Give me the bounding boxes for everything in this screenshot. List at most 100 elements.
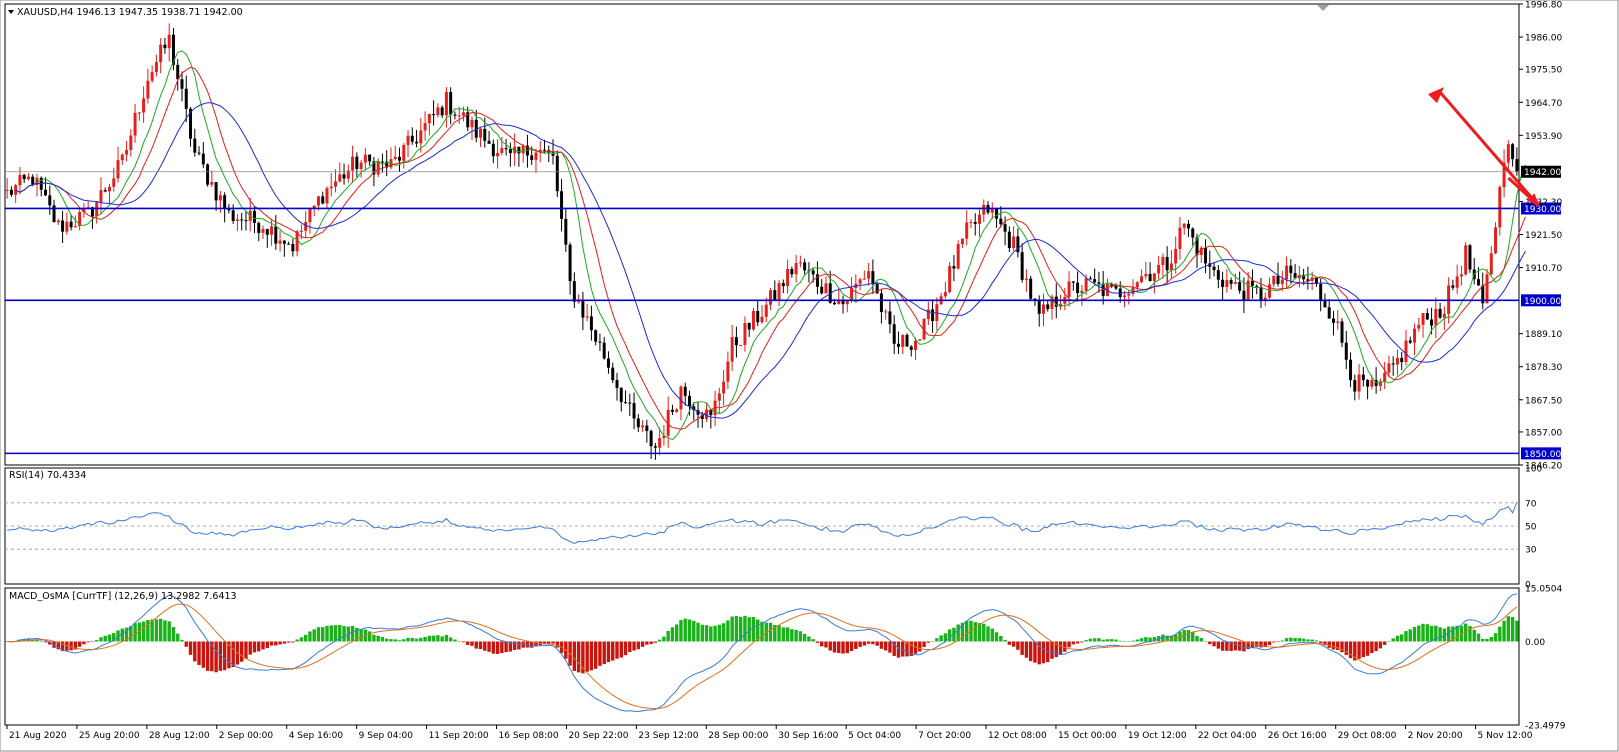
macd-bar: [1301, 638, 1306, 642]
candle-body: [368, 154, 372, 162]
candle-body: [193, 138, 197, 153]
macd-bar: [1297, 638, 1302, 642]
candle-body: [304, 222, 308, 231]
macd-bar: [163, 620, 167, 642]
candle-body: [291, 243, 295, 252]
macd-bar: [295, 639, 299, 642]
macd-bar: [1122, 641, 1127, 642]
macd-bar: [1041, 641, 1046, 664]
candle-body: [568, 244, 572, 282]
candle-body: [1157, 264, 1161, 274]
candle-body: [803, 262, 807, 271]
candle-body: [1468, 245, 1472, 270]
macd-bar: [593, 641, 598, 669]
candle-body: [1067, 281, 1071, 298]
macd-bar: [1387, 641, 1391, 642]
candle-body: [756, 311, 760, 323]
candle-body: [197, 152, 201, 154]
candle-body: [1148, 273, 1152, 282]
macd-bar: [402, 639, 406, 642]
macd-bar: [1127, 641, 1131, 642]
macd-bar: [1306, 639, 1310, 642]
candle-body: [107, 186, 111, 192]
candle-body: [112, 178, 116, 187]
candle: [1464, 241, 1468, 276]
macd-bar: [1071, 641, 1076, 645]
candle-body: [393, 156, 397, 160]
candle-body: [227, 209, 231, 211]
macd-bar: [1007, 641, 1012, 645]
candle-body: [487, 140, 491, 144]
macd-bar: [1357, 641, 1361, 659]
candle-body: [901, 334, 905, 347]
candle-body: [252, 210, 256, 223]
macd-bar: [1425, 624, 1430, 642]
candle-body: [530, 155, 534, 160]
macd-bar: [824, 641, 828, 648]
macd-bar: [90, 641, 95, 643]
macd-bar: [1242, 641, 1246, 652]
candle-body: [61, 220, 65, 232]
macd-bar: [572, 641, 577, 671]
candle-body: [948, 266, 952, 293]
candle-body: [56, 220, 60, 223]
macd-bar: [1212, 641, 1216, 647]
time-tick-label: 7 Oct 20:00: [918, 731, 971, 741]
candle-body: [1212, 266, 1216, 271]
macd-bar: [1408, 629, 1412, 642]
candle-body: [278, 240, 282, 244]
candle-body: [645, 425, 649, 432]
candle-body: [1498, 187, 1502, 228]
macd-bar: [1092, 638, 1097, 642]
candle-body: [1404, 340, 1408, 363]
candle-body: [120, 154, 124, 161]
macd-bar: [214, 641, 218, 673]
candle-body: [517, 146, 521, 154]
candle-body: [483, 128, 487, 141]
macd-bar: [99, 637, 103, 642]
candle-body: [1464, 245, 1468, 275]
macd-bar: [1400, 634, 1404, 642]
candle-body: [137, 112, 141, 114]
macd-bar: [133, 623, 137, 642]
macd-bar: [687, 619, 692, 642]
candle-body: [1506, 144, 1510, 163]
candle-body: [764, 304, 768, 317]
candle-body: [1425, 313, 1429, 320]
candle-body: [619, 387, 623, 403]
macd-bar: [700, 624, 704, 642]
macd-bar: [333, 625, 338, 642]
macd-bar: [1284, 638, 1289, 642]
macd-bar: [303, 634, 308, 642]
candle-body: [351, 156, 355, 171]
candle-body: [142, 98, 146, 113]
macd-bar: [1114, 639, 1118, 642]
macd-bar: [1378, 641, 1383, 649]
macd-bar: [1110, 639, 1114, 642]
candle-body: [602, 342, 606, 359]
candle-body: [410, 135, 414, 142]
candle-body: [508, 149, 512, 154]
macd-bar: [184, 641, 188, 647]
candle-body: [1340, 321, 1344, 343]
candle-body: [1280, 279, 1284, 284]
candle-body: [423, 123, 427, 131]
candle-body: [824, 283, 828, 294]
macd-bar: [935, 638, 939, 642]
macd-bar: [1498, 626, 1502, 642]
candle-body: [116, 160, 120, 179]
macd-bar: [1289, 637, 1293, 642]
candle-body: [1366, 380, 1370, 387]
candle-body: [1020, 252, 1024, 280]
macd-bar: [517, 641, 521, 650]
macd-bar: [500, 641, 504, 654]
candle-body: [1186, 223, 1190, 229]
candle-body: [1370, 380, 1374, 387]
candle-body: [982, 204, 986, 215]
macd-bar: [1472, 629, 1476, 642]
macd-bar: [1084, 640, 1088, 642]
macd-bar: [274, 641, 278, 646]
candle-body: [1421, 313, 1425, 325]
candle-body: [223, 195, 227, 210]
macd-bar: [875, 641, 879, 646]
